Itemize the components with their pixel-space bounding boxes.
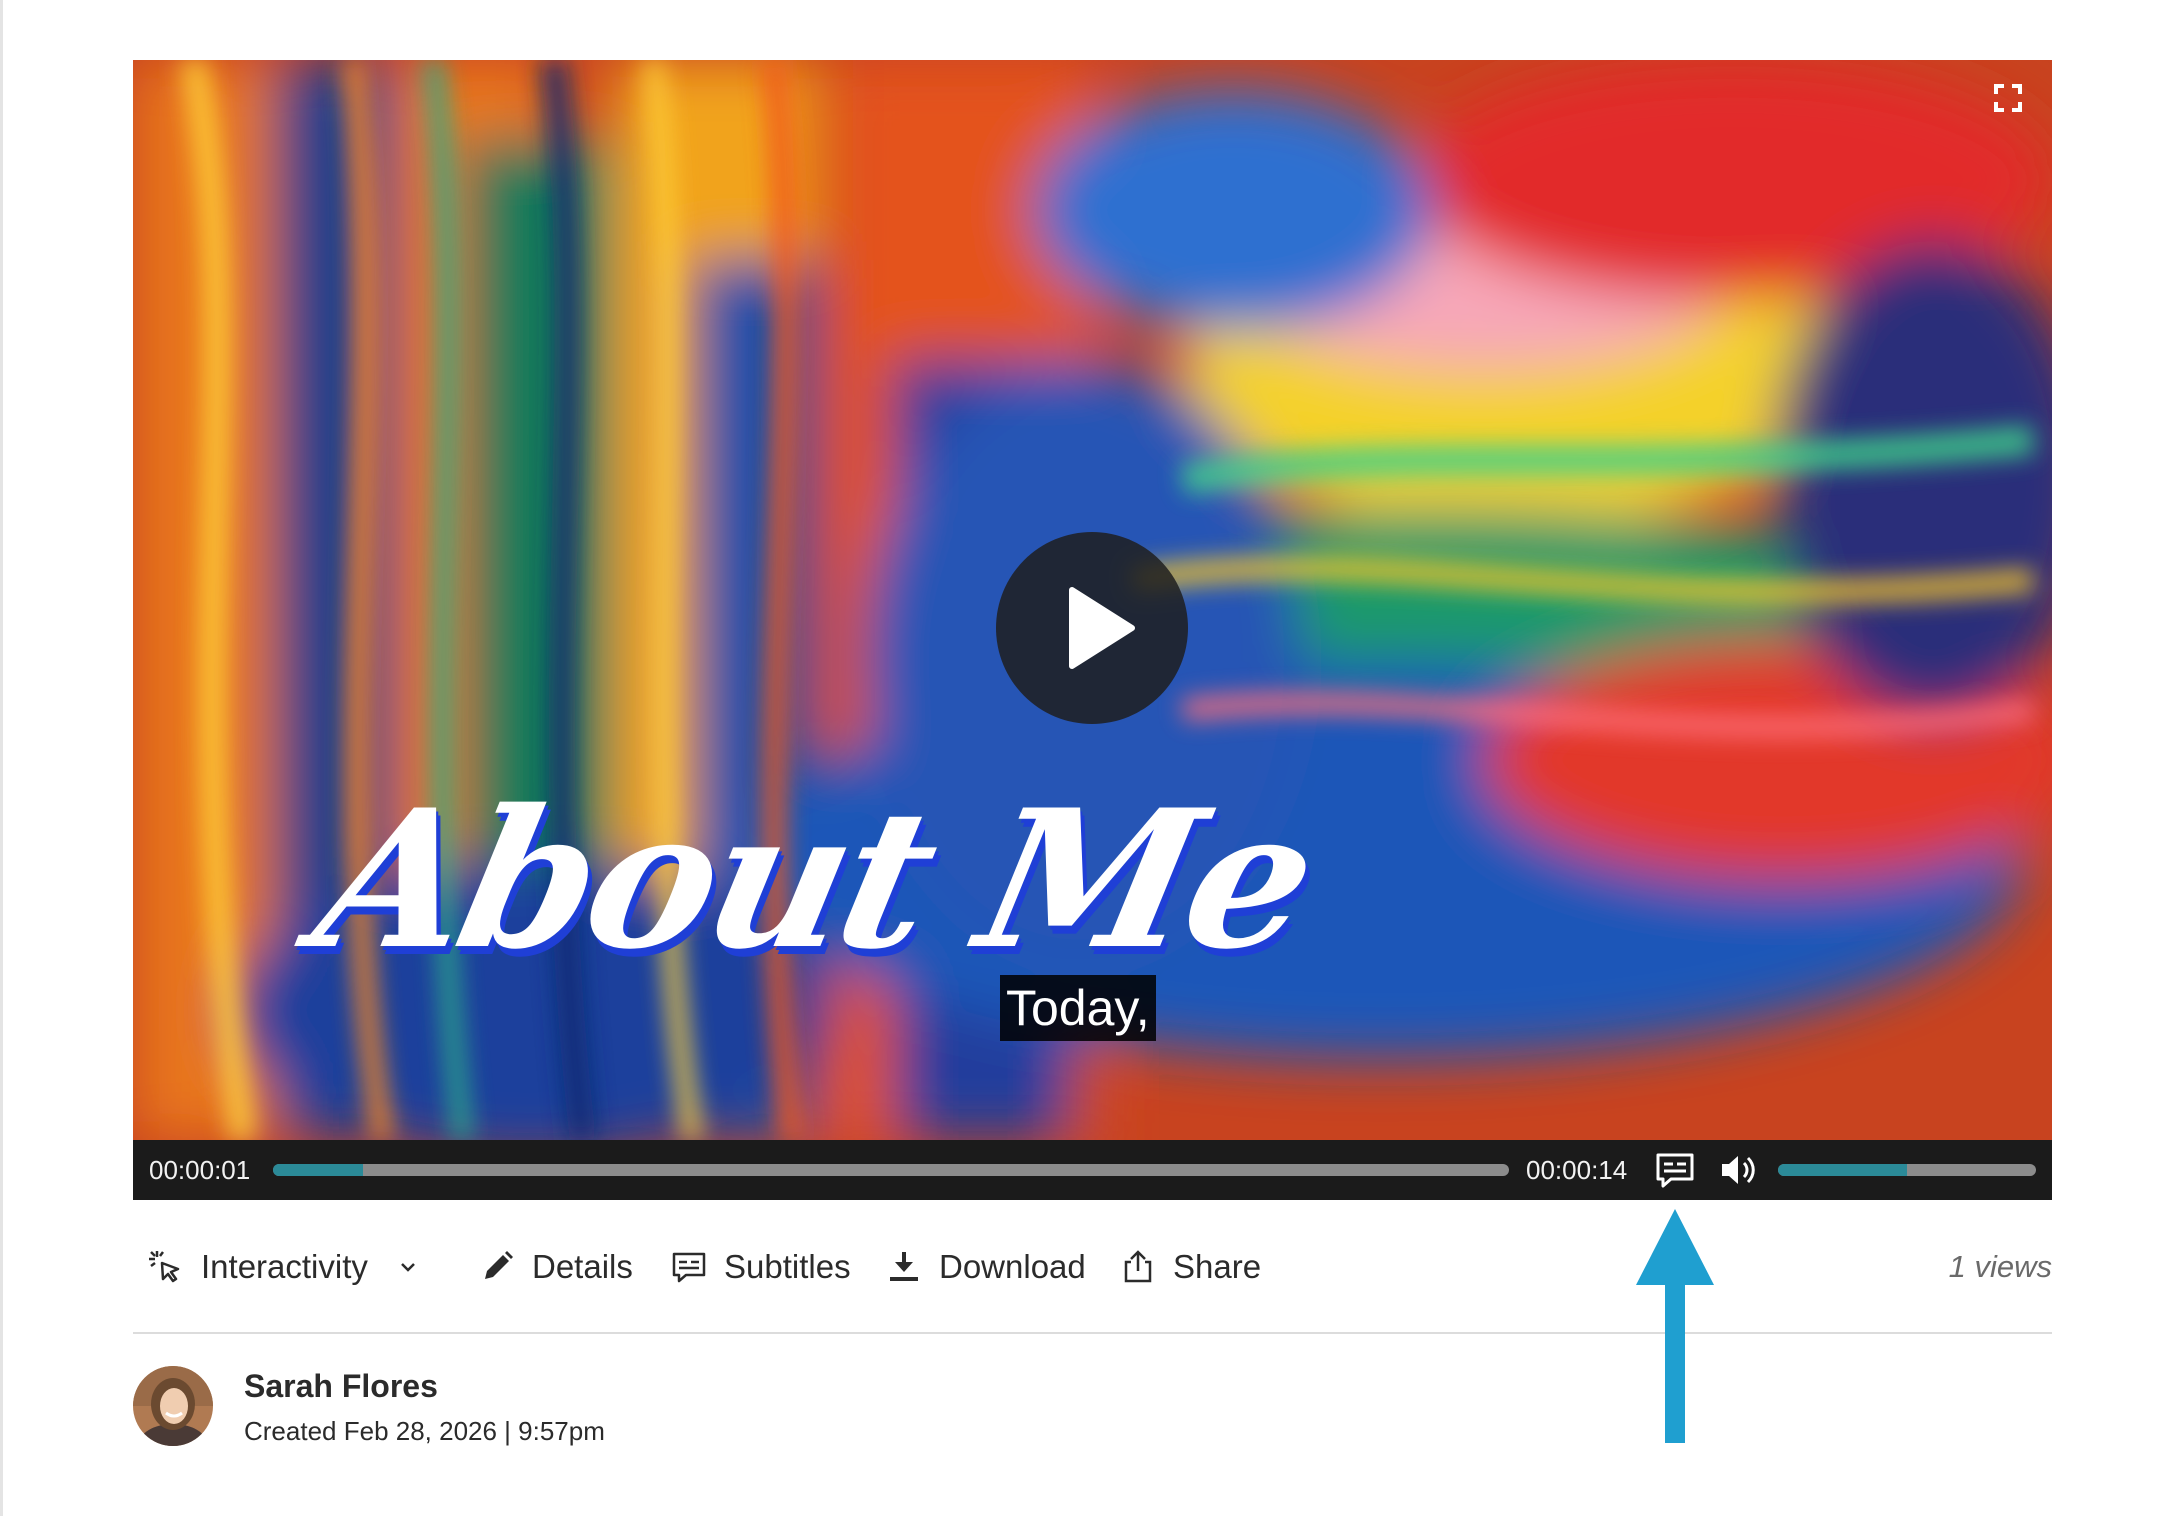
fullscreen-icon[interactable] [1988,78,2028,118]
details-label: Details [532,1248,633,1285]
volume-icon[interactable] [1716,1150,1760,1190]
annotation-arrow [1636,1209,1714,1443]
left-border [0,0,3,1516]
video-frame[interactable]: About Me Today, [133,60,2052,1140]
caption-text: Today, [1000,975,1156,1041]
pencil-icon [485,1251,513,1279]
volume-slider[interactable] [1778,1164,2036,1176]
share-icon [1124,1250,1152,1283]
author-name: Sarah Flores [244,1368,438,1404]
interactivity-menu-button[interactable]: Interactivity [147,1232,418,1302]
download-icon [890,1252,918,1281]
volume-fill [1778,1164,1907,1176]
video-title-overlay: About Me [299,768,1330,991]
subtitles-button[interactable]: Subtitles [670,1232,851,1302]
interactivity-label: Interactivity [201,1248,368,1285]
current-time: 00:00:01 [149,1155,251,1185]
progress-bar[interactable] [273,1164,1509,1176]
play-button[interactable] [996,532,1188,724]
share-button[interactable]: Share [1119,1232,1261,1302]
subtitles-icon [672,1252,706,1283]
play-icon [1069,587,1135,669]
divider [133,1332,2052,1334]
details-button[interactable]: Details [478,1232,633,1302]
download-button[interactable]: Download [885,1232,1086,1302]
share-label: Share [1173,1248,1262,1285]
video-player[interactable]: About Me Today, 00:00:01 00:00:14 [133,60,2052,1200]
media-toolbar: Interactivity Details Subtitles Download [133,1232,2052,1302]
created-date: Created Feb 28, 2026 | 9:57pm [244,1416,605,1446]
avatar[interactable] [133,1366,213,1446]
cursor-click-icon [149,1251,180,1283]
duration-time: 00:00:14 [1526,1155,1628,1185]
progress-fill [273,1164,364,1176]
download-label: Download [939,1248,1086,1285]
subtitles-label: Subtitles [724,1248,851,1285]
view-count: 1 views [1948,1249,2052,1284]
chevron-down-icon [401,1263,415,1272]
player-controls: 00:00:01 00:00:14 [133,1140,2052,1200]
closed-captions-icon[interactable] [1653,1150,1697,1190]
